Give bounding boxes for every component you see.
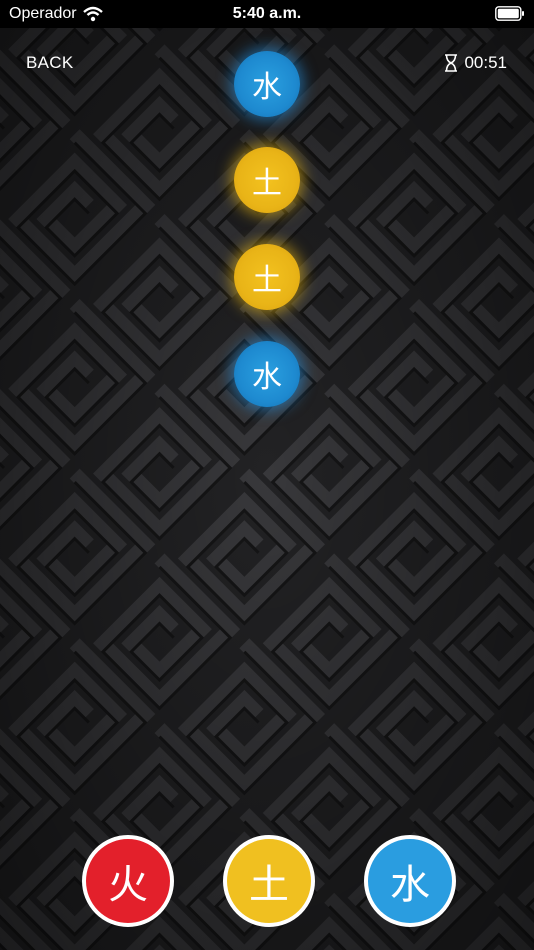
tile-glyph: 水 (252, 360, 282, 395)
button-glyph: 水 (390, 862, 430, 908)
hourglass-icon (445, 54, 458, 72)
water-button[interactable]: 水 (364, 835, 456, 927)
tile-glyph: 土 (252, 166, 282, 201)
fire-button[interactable]: 火 (82, 835, 174, 927)
timer-value: 00:51 (464, 53, 507, 72)
falling-tile-earth: 土 (234, 147, 300, 213)
button-glyph: 火 (108, 862, 148, 908)
back-button[interactable]: BACK (26, 53, 74, 73)
falling-tile-earth: 土 (234, 244, 300, 310)
button-glyph: 土 (249, 862, 289, 908)
falling-tile-water: 水 (234, 51, 300, 117)
maze-background (0, 0, 534, 950)
falling-tile-water: 水 (234, 341, 300, 407)
game-timer: 00:51 (444, 53, 507, 73)
battery-icon (495, 6, 524, 21)
tile-glyph: 水 (252, 70, 282, 105)
status-bar: Operador 5:40 a.m. (0, 0, 534, 28)
tile-glyph: 土 (252, 263, 282, 298)
status-time: 5:40 a.m. (232, 5, 302, 22)
earth-button[interactable]: 土 (223, 835, 315, 927)
